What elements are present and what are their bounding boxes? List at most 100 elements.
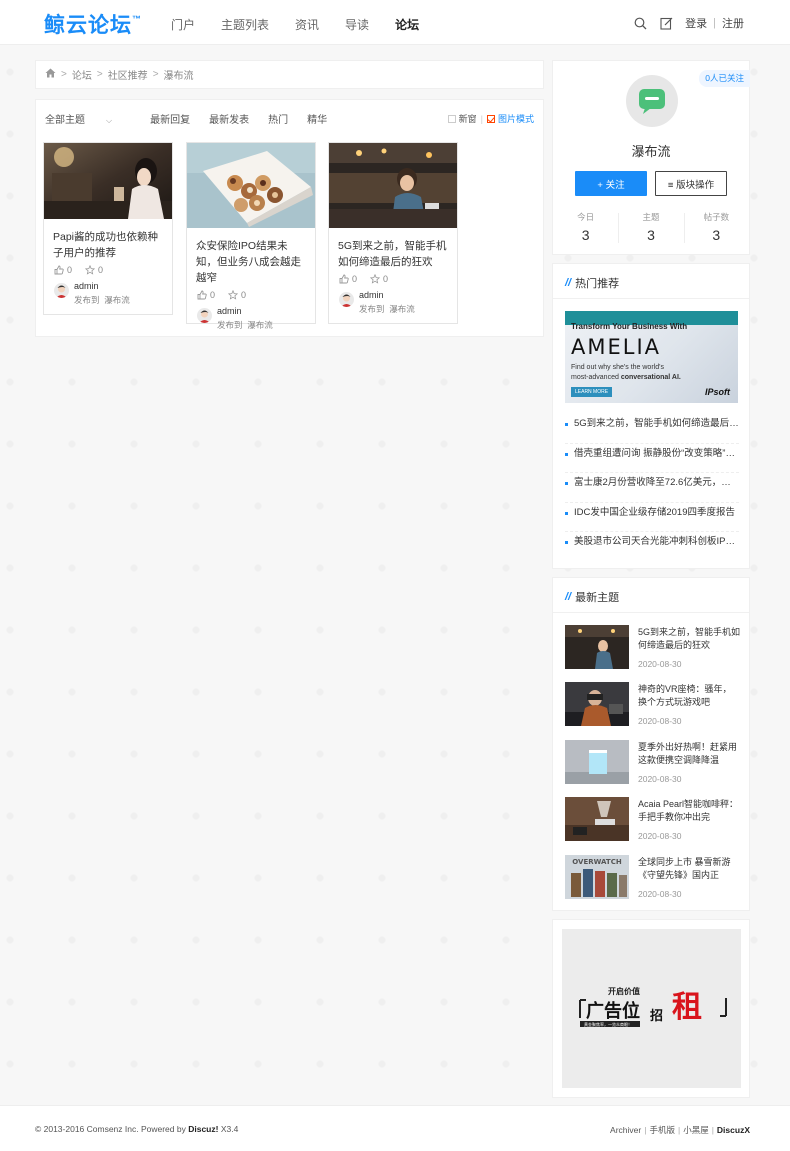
tab-hot[interactable]: 热门: [268, 111, 288, 126]
thread-card[interactable]: Papi酱的成功也依赖种子用户的推荐 0 0 admin 发布到 瀑布流: [43, 142, 173, 315]
star-icon: [370, 274, 381, 284]
footer-link-mobile[interactable]: 手机版: [649, 1125, 675, 1135]
breadcrumb-community[interactable]: 社区推荐: [108, 67, 148, 82]
forum-ops-button[interactable]: ≡ 版块操作: [655, 171, 727, 196]
hot-list-item[interactable]: 借壳重组遭问询 振静股份“改变策略”再次冲刺: [565, 444, 739, 473]
ad-rent-graphic: 开启价值 广告位 招 租 黄金聚焦率，一览众商眼！: [578, 984, 728, 1028]
topic-title[interactable]: Acaia Pearl智能咖啡秤：手把手教你冲出完: [638, 798, 740, 824]
topic-title[interactable]: 神奇的VR座椅：骚年，换个方式玩游戏吧: [638, 683, 740, 709]
latest-topic-item[interactable]: 神奇的VR座椅：骚年，换个方式玩游戏吧 2020-08-30: [565, 682, 741, 730]
thread-thumbnail[interactable]: [187, 143, 315, 228]
topic-thumbnail[interactable]: [565, 682, 629, 726]
divider: [553, 298, 749, 299]
latest-topic-item[interactable]: 5G到来之前，智能手机如何缔造最后的狂欢 2020-08-30: [565, 625, 741, 673]
ad-headline: Transform Your Business With: [571, 322, 688, 331]
search-icon[interactable]: [633, 16, 647, 30]
footer-separator: |: [677, 1125, 681, 1135]
topic-title[interactable]: 5G到来之前，智能手机如何缔造最后的狂欢: [638, 626, 740, 652]
ad-rent-banner[interactable]: 开启价值 广告位 招 租 黄金聚焦率，一览众商眼！: [562, 929, 741, 1088]
forum-info-panel: 0人已关注 瀑布流 + 关注 ≡ 版块操作 今日 3 主题 3 帖子数 3: [552, 60, 750, 255]
forum-stats: 今日 3 主题 3 帖子数 3: [553, 211, 749, 243]
topic-date: 2020-08-30: [638, 774, 682, 784]
thread-thumbnail[interactable]: [44, 143, 172, 219]
nav-guide[interactable]: 导读: [345, 16, 369, 33]
hot-recommend-panel: //热门推荐 Transform Your Business With AMEL…: [552, 263, 750, 569]
footer-copyright: © 2013-2016 Comsenz Inc. Powered by Disc…: [35, 1124, 238, 1134]
edit-icon[interactable]: [659, 16, 673, 30]
ad-copy-line2: most-advanced: [571, 374, 621, 381]
breadcrumb-current[interactable]: 瀑布流: [164, 67, 194, 82]
thread-title[interactable]: 众安保险IPO结果未知，但业务八成会越走越窄: [196, 238, 306, 286]
nav-topic-list[interactable]: 主题列表: [221, 16, 269, 33]
main-nav: 门户 主题列表 资讯 导读 论坛: [171, 16, 445, 33]
like-stat[interactable]: 0: [339, 274, 357, 284]
ad-copy: Find out why she's the world's most-advan…: [571, 363, 691, 383]
posted-forum-link[interactable]: 瀑布流: [389, 304, 415, 314]
tab-latest-reply[interactable]: 最新回复: [150, 111, 190, 126]
hot-list-item[interactable]: IDC发中国企业级存储2019四季度报告: [565, 503, 739, 532]
posted-forum-link[interactable]: 瀑布流: [104, 295, 130, 305]
amelia-ad-banner[interactable]: Transform Your Business With AMELIA Find…: [565, 311, 738, 403]
discuz-link[interactable]: Discuz!: [188, 1124, 218, 1134]
ad-rent-zu: 租: [672, 990, 702, 1025]
fav-count: 0: [383, 274, 389, 284]
nav-forum[interactable]: 论坛: [395, 16, 419, 33]
topic-thumbnail[interactable]: [565, 740, 629, 784]
like-count: 0: [210, 290, 216, 300]
section-title-text: 热门推荐: [575, 278, 620, 290]
latest-topic-item[interactable]: Acaia Pearl智能咖啡秤：手把手教你冲出完 2020-08-30: [565, 797, 741, 845]
topic-thumbnail[interactable]: [565, 797, 629, 841]
site-logo[interactable]: 鲸云论坛™: [44, 9, 142, 39]
footer-link-blacklist[interactable]: 小黑屋: [683, 1125, 709, 1135]
fav-stat[interactable]: 0: [370, 274, 388, 284]
like-stat[interactable]: 0: [197, 290, 215, 300]
tab-all-threads[interactable]: 全部主题 ⌵: [45, 111, 131, 126]
topic-title[interactable]: 全球同步上市 暴雪新游《守望先锋》国内正: [638, 856, 740, 882]
author-name[interactable]: admin: [217, 306, 242, 316]
hot-list-item[interactable]: 富士康2月份营收降至72.6亿美元，环比下降: [565, 473, 739, 503]
topic-title[interactable]: 夏季外出好热啊！赶紧用这款便携空调降降温: [638, 741, 740, 767]
hot-list-item[interactable]: 5G到来之前，智能手机如何缔造最后的狂欢: [565, 414, 739, 444]
avatar[interactable]: [197, 308, 212, 323]
nav-portal[interactable]: 门户: [171, 16, 195, 33]
author-name[interactable]: admin: [74, 281, 99, 291]
new-window-checkbox[interactable]: [447, 114, 456, 123]
register-link[interactable]: 注册: [722, 15, 744, 31]
latest-topic-item[interactable]: OVERWATCH 全球同步上市 暴雪新游《守望先锋》国内正 2020-08-3…: [565, 855, 741, 903]
ad-copy-bold: conversational AI.: [620, 374, 681, 381]
thread-card[interactable]: 5G到来之前，智能手机如何缔造最后的狂欢 0 0 admin 发布到 瀑布流: [328, 142, 458, 324]
topic-thumbnail[interactable]: OVERWATCH: [565, 855, 629, 899]
like-count: 0: [67, 265, 73, 275]
login-link[interactable]: 登录: [685, 15, 707, 31]
pic-mode-checkbox[interactable]: [486, 114, 495, 123]
hot-list-item[interactable]: 美股退市公司天合光能冲刺科创板IPO 募资超: [565, 532, 739, 562]
home-icon[interactable]: [45, 68, 56, 81]
fav-stat[interactable]: 0: [228, 290, 246, 300]
new-window-label[interactable]: 新窗: [459, 112, 477, 125]
like-stat[interactable]: 0: [54, 265, 72, 275]
posted-forum-link[interactable]: 瀑布流: [247, 320, 273, 330]
ad-learn-more-button[interactable]: LEARN MORE: [571, 387, 613, 397]
author-name[interactable]: admin: [359, 290, 384, 300]
thread-card[interactable]: 众安保险IPO结果未知，但业务八成会越走越窄 0 0 admin 发布到 瀑布流: [186, 142, 316, 330]
topic-thumbnail[interactable]: [565, 625, 629, 669]
thread-title[interactable]: Papi酱的成功也依赖种子用户的推荐: [53, 229, 163, 261]
thread-author: admin 发布到 瀑布流: [339, 290, 457, 316]
avatar[interactable]: [54, 283, 69, 298]
tab-digest[interactable]: 精华: [307, 111, 327, 126]
header-separator: |: [713, 17, 716, 29]
title-slash-icon: //: [565, 591, 572, 603]
breadcrumb-forum[interactable]: 论坛: [72, 67, 92, 82]
thread-thumbnail[interactable]: [329, 143, 457, 228]
pic-mode-label[interactable]: 图片模式: [498, 112, 534, 125]
avatar[interactable]: [339, 292, 354, 307]
follow-button[interactable]: + 关注: [575, 171, 647, 196]
footer-link-archiver[interactable]: Archiver: [610, 1125, 641, 1135]
thumbs-up-icon: [339, 274, 349, 284]
fav-stat[interactable]: 0: [85, 265, 103, 275]
tab-latest-post[interactable]: 最新发表: [209, 111, 249, 126]
thread-title[interactable]: 5G到来之前，智能手机如何缔造最后的狂欢: [338, 238, 448, 270]
footer-discuzx[interactable]: DiscuzX: [717, 1125, 750, 1135]
latest-topic-item[interactable]: 夏季外出好热啊！赶紧用这款便携空调降降温 2020-08-30: [565, 740, 741, 788]
nav-news[interactable]: 资讯: [295, 16, 319, 33]
